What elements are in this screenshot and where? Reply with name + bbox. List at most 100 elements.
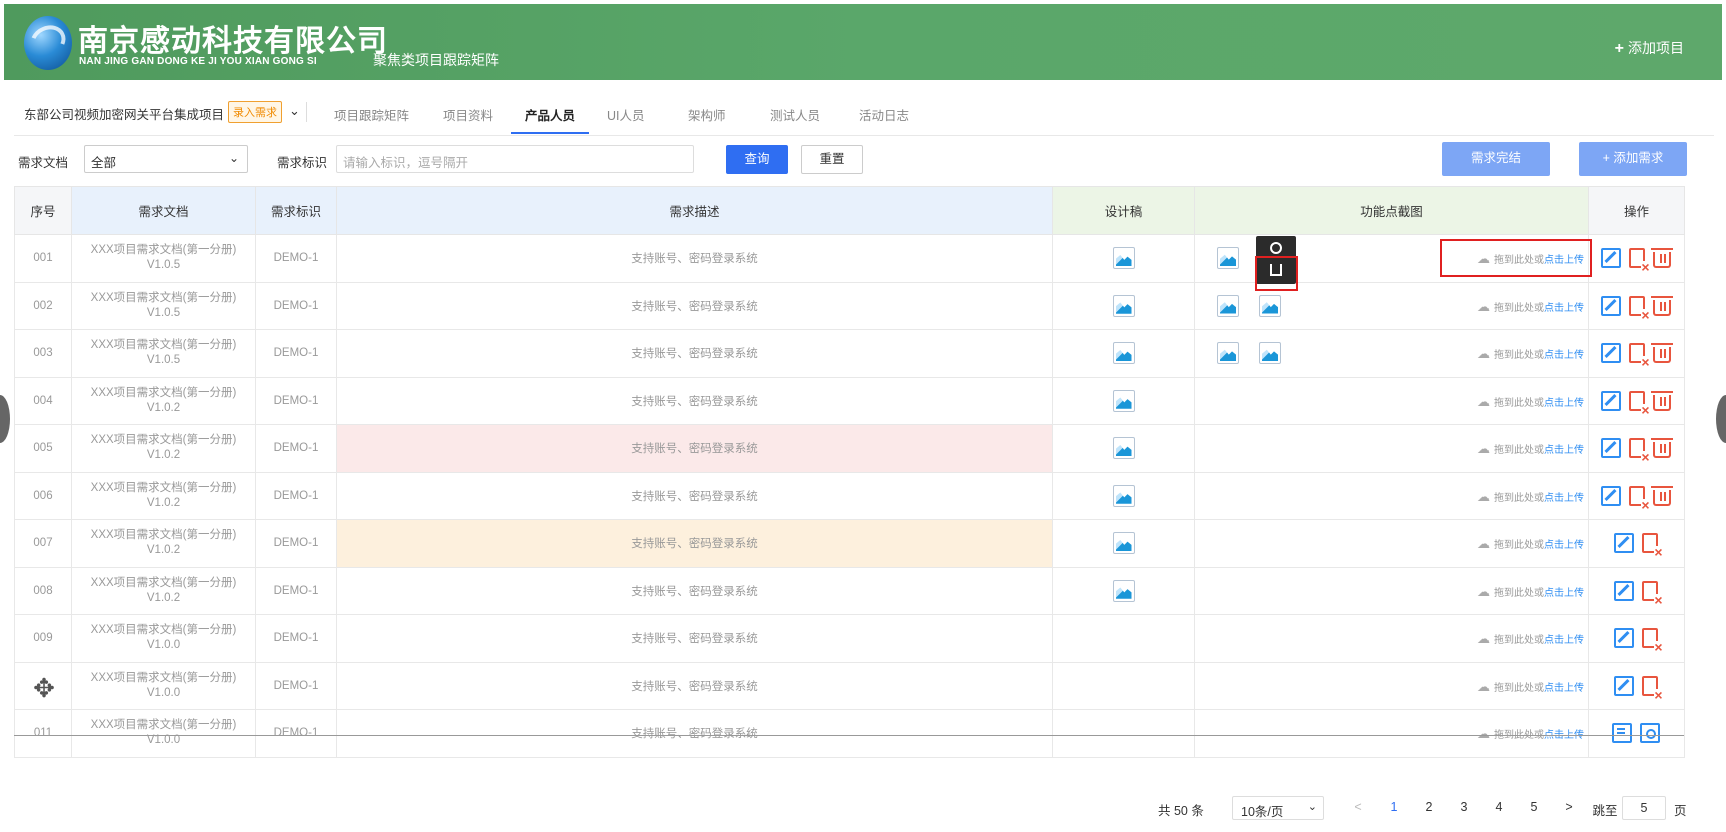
image-icon[interactable] bbox=[1112, 247, 1135, 270]
upload-link[interactable]: 点击上传 bbox=[1544, 398, 1584, 409]
upload-link[interactable]: 点击上传 bbox=[1544, 683, 1584, 694]
zoom-in-icon[interactable] bbox=[1270, 242, 1282, 254]
upload-link[interactable]: 点击上传 bbox=[1544, 303, 1584, 314]
doc-version: V1.0.2 bbox=[146, 401, 181, 414]
col-header-design: 设计稿 bbox=[1052, 186, 1195, 235]
doc-name: XXX项目需求文档(第一分册) bbox=[90, 624, 237, 637]
complete-requirement-button[interactable]: 需求完结 bbox=[1442, 142, 1550, 176]
cell-doc: XXX项目需求文档(第一分册) V1.0.2 bbox=[71, 424, 256, 473]
edit-icon[interactable] bbox=[1600, 485, 1621, 506]
chevron-down-icon[interactable]: ⌄ bbox=[289, 103, 300, 119]
query-button[interactable]: 查询 bbox=[726, 145, 788, 174]
add-project-button[interactable]: + 添加项目 bbox=[1615, 38, 1684, 58]
delete-file-icon[interactable] bbox=[1628, 343, 1650, 369]
cell-id: DEMO-1 bbox=[255, 234, 337, 283]
delete-file-icon[interactable] bbox=[1628, 295, 1650, 321]
id-search-input[interactable]: 请输入标识，逗号隔开 bbox=[336, 145, 694, 173]
page-4[interactable]: 4 bbox=[1489, 800, 1509, 814]
upload-dropzone[interactable]: ☁拖到此处或点击上传 bbox=[1477, 394, 1584, 410]
page-size-select[interactable]: 10条/页 ⌄ bbox=[1232, 796, 1324, 820]
cell-design bbox=[1052, 471, 1195, 520]
image-icon[interactable] bbox=[1112, 579, 1135, 602]
image-icon[interactable] bbox=[1112, 294, 1135, 317]
tab-architect[interactable]: 架构师 bbox=[688, 105, 726, 124]
image-icon[interactable] bbox=[1112, 437, 1135, 460]
upload-dropzone[interactable]: ☁拖到此处或点击上传 bbox=[1477, 489, 1584, 505]
tab-testers[interactable]: 测试人员 bbox=[770, 105, 820, 124]
delete-file-icon[interactable] bbox=[1641, 580, 1663, 606]
edit-icon[interactable] bbox=[1613, 675, 1634, 696]
image-icon[interactable] bbox=[1112, 342, 1135, 365]
image-icon[interactable] bbox=[1217, 342, 1239, 364]
trash-icon[interactable] bbox=[1650, 343, 1673, 364]
add-requirement-button[interactable]: + 添加需求 bbox=[1579, 142, 1687, 176]
tab-product[interactable]: 产品人员 bbox=[525, 105, 575, 124]
trash-icon[interactable] bbox=[1650, 295, 1673, 316]
upload-link[interactable]: 点击上传 bbox=[1544, 540, 1584, 551]
delete-file-icon[interactable] bbox=[1641, 628, 1663, 654]
edit-icon[interactable] bbox=[1613, 533, 1634, 554]
page-3[interactable]: 3 bbox=[1454, 800, 1474, 814]
page-2[interactable]: 2 bbox=[1419, 800, 1439, 814]
preview-icon[interactable] bbox=[1639, 723, 1660, 744]
table-row: 011XXX项目需求文档(第一分册)V1.0.0DEMO-1支持账号、密码登录系… bbox=[14, 709, 1685, 758]
page-1[interactable]: 1 bbox=[1384, 800, 1404, 814]
scroll-left-handle[interactable] bbox=[0, 395, 10, 443]
upload-dropzone[interactable]: ☁拖到此处或点击上传 bbox=[1477, 584, 1584, 600]
image-icon[interactable] bbox=[1217, 247, 1239, 269]
prev-page-button[interactable]: < bbox=[1348, 800, 1368, 814]
edit-icon[interactable] bbox=[1600, 248, 1621, 269]
upload-dropzone[interactable]: ☁拖到此处或点击上传 bbox=[1477, 299, 1584, 315]
list-icon[interactable] bbox=[1611, 723, 1632, 744]
cloud-upload-icon: ☁ bbox=[1477, 536, 1490, 551]
delete-file-icon[interactable] bbox=[1641, 675, 1663, 701]
upload-link[interactable]: 点击上传 bbox=[1544, 445, 1584, 456]
trash-icon[interactable] bbox=[1650, 248, 1673, 269]
upload-dropzone[interactable]: ☁拖到此处或点击上传 bbox=[1477, 679, 1584, 695]
next-page-button[interactable]: > bbox=[1559, 800, 1579, 814]
image-icon[interactable] bbox=[1259, 342, 1281, 364]
edit-icon[interactable] bbox=[1613, 580, 1634, 601]
upload-dropzone[interactable]: ☁拖到此处或点击上传 bbox=[1477, 346, 1584, 362]
jump-page-input[interactable]: 5 bbox=[1622, 796, 1666, 820]
upload-link[interactable]: 点击上传 bbox=[1544, 350, 1584, 361]
image-icon[interactable] bbox=[1112, 389, 1135, 412]
doc-select[interactable]: 全部 ⌄ bbox=[84, 145, 248, 173]
image-icon[interactable] bbox=[1217, 294, 1239, 317]
edit-icon[interactable] bbox=[1600, 343, 1621, 364]
upload-dropzone[interactable]: ☁拖到此处或点击上传 bbox=[1477, 726, 1584, 742]
move-icon[interactable]: ✥ bbox=[30, 674, 58, 702]
upload-link[interactable]: 点击上传 bbox=[1544, 635, 1584, 646]
upload-dropzone[interactable]: ☁拖到此处或点击上传 bbox=[1477, 631, 1584, 647]
image-icon[interactable] bbox=[1259, 294, 1281, 317]
scroll-right-handle[interactable] bbox=[1716, 395, 1726, 443]
cloud-upload-icon: ☁ bbox=[1477, 583, 1490, 599]
edit-icon[interactable] bbox=[1613, 628, 1634, 649]
image-icon[interactable] bbox=[1112, 532, 1135, 555]
table-row: 007 XXX项目需求文档(第一分册) V1.0.2 DEMO-1 支持账号、密码登录系… bbox=[14, 519, 1685, 568]
tab-ui[interactable]: UI人员 bbox=[607, 105, 645, 124]
upload-link[interactable]: 点击上传 bbox=[1544, 493, 1584, 504]
edit-icon[interactable] bbox=[1600, 390, 1621, 411]
edit-icon[interactable] bbox=[1600, 438, 1621, 459]
upload-link[interactable]: 点击上传 bbox=[1544, 588, 1584, 599]
delete-file-icon[interactable] bbox=[1628, 485, 1650, 511]
trash-icon[interactable] bbox=[1650, 485, 1673, 506]
image-icon[interactable] bbox=[1112, 484, 1135, 507]
tab-activity-log[interactable]: 活动日志 bbox=[859, 105, 909, 124]
delete-file-icon[interactable] bbox=[1628, 390, 1650, 416]
cell-id: DEMO-1 bbox=[255, 566, 337, 615]
reset-button[interactable]: 重置 bbox=[801, 145, 863, 174]
delete-file-icon[interactable] bbox=[1628, 248, 1650, 274]
trash-icon[interactable] bbox=[1650, 390, 1673, 411]
cloud-upload-icon: ☁ bbox=[1477, 678, 1490, 694]
upload-dropzone[interactable]: ☁拖到此处或点击上传 bbox=[1477, 536, 1584, 552]
upload-dropzone[interactable]: ☁拖到此处或点击上传 bbox=[1477, 441, 1584, 457]
delete-file-icon[interactable] bbox=[1628, 438, 1650, 464]
page-5[interactable]: 5 bbox=[1524, 800, 1544, 814]
edit-icon[interactable] bbox=[1600, 295, 1621, 316]
tab-tracking-matrix[interactable]: 项目跟踪矩阵 bbox=[334, 105, 409, 124]
delete-file-icon[interactable] bbox=[1641, 533, 1663, 559]
trash-icon[interactable] bbox=[1650, 438, 1673, 459]
tab-project-docs[interactable]: 项目资料 bbox=[443, 105, 493, 124]
